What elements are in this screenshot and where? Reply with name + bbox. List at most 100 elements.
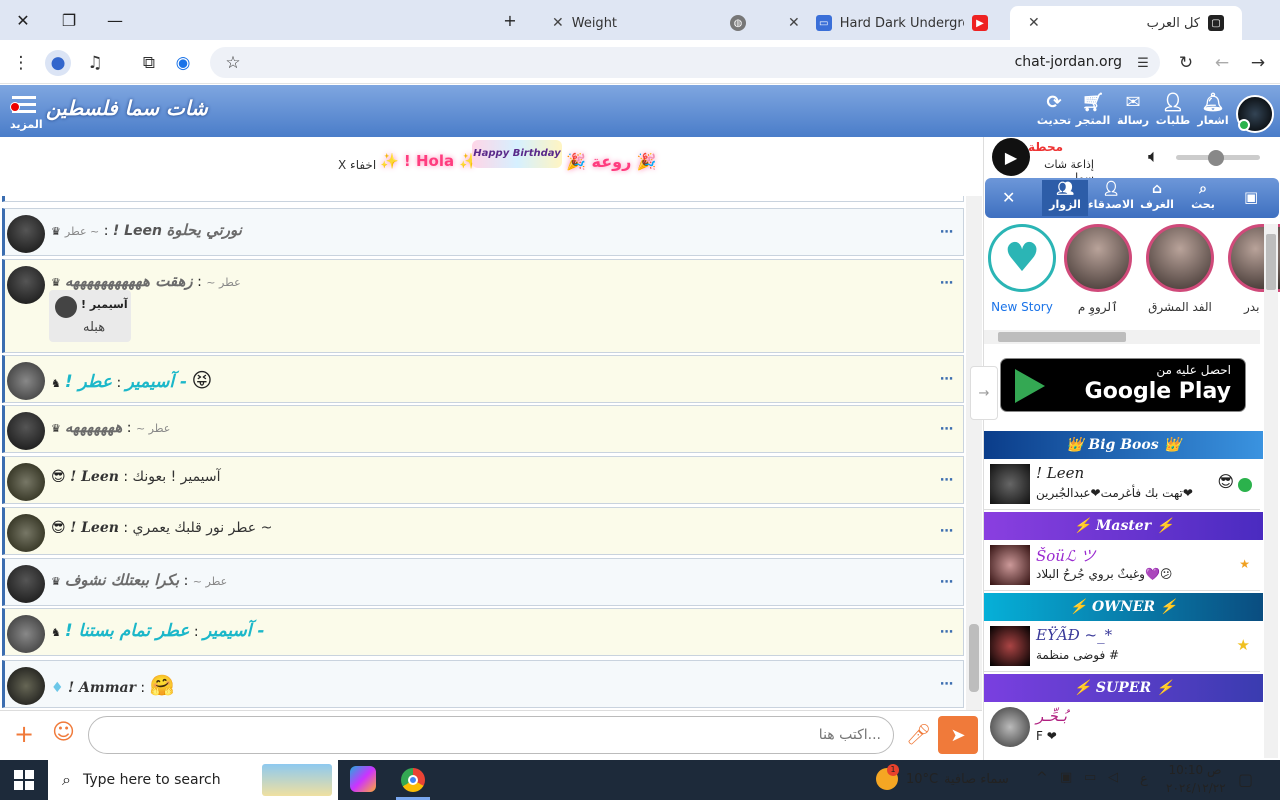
emoji-picker-icon[interactable]: ☺ [52, 720, 75, 745]
chat-message[interactable]: ♛ عطر ~ : بكرا ببعتلك نشوف ⋯ [2, 558, 964, 606]
chat-message[interactable]: ♦ ! Ammar : 🤗 ⋯ [2, 660, 964, 708]
avatar[interactable] [7, 362, 45, 400]
scrollbar-thumb[interactable] [998, 332, 1126, 342]
forward-icon[interactable]: ← [1209, 50, 1235, 76]
chat-message[interactable]: 😎 ! Leen : عطر نور قلبك يعمري ~ ⋯ [2, 507, 964, 555]
story-label[interactable]: الفد المشرق [1140, 300, 1220, 314]
user-row[interactable]: ! Leen تهت بك فأغرمت❤عبدالجُبرين❤ 😎 [984, 460, 1260, 510]
tab-close-icon[interactable]: ✕ [1028, 15, 1040, 31]
chat-message[interactable]: ♞! آسيمير : عطر - 😝 ⋯ [2, 355, 964, 403]
hide-announcement-button[interactable]: X اخفاء [338, 158, 376, 172]
tab-search[interactable]: ⌕ بحث [1180, 180, 1226, 216]
microphone-icon[interactable]: 🎤︎ [906, 722, 931, 746]
tab-chat-active[interactable]: ✕ كل العرب ▢ [1010, 6, 1242, 40]
message-options-icon[interactable]: ⋯ [940, 575, 953, 590]
camera-icon[interactable]: ▣ [1244, 188, 1258, 206]
message-options-icon[interactable]: ⋯ [940, 276, 953, 291]
stories-scrollbar[interactable] [984, 330, 1260, 344]
message-options-icon[interactable]: ⋯ [940, 225, 953, 240]
user-avatar[interactable] [990, 626, 1030, 666]
tab-rooms[interactable]: ⌂ الغرف [1134, 180, 1180, 216]
chrome-taskbar-button[interactable] [396, 760, 430, 800]
message-author[interactable]: ! Leen [70, 520, 119, 536]
send-button[interactable]: ➤ [938, 716, 978, 754]
refresh-button[interactable]: ⟳ تحديث [1034, 92, 1074, 134]
tab-close-icon[interactable]: ✕ [788, 15, 800, 31]
language-indicator[interactable]: ع [1140, 772, 1148, 787]
chat-message[interactable]: ♛ عطر ~ : ! Leen نورتي يحلوة ⋯ [2, 208, 964, 256]
close-window-icon[interactable]: ✕ [0, 0, 46, 40]
tab-youtube[interactable]: ✕ ▭ Hard Dark Underground IN ▶ [770, 6, 1006, 40]
notifications-button[interactable]: 🔔︎ اشعار [1193, 92, 1233, 134]
store-button[interactable]: 🛒︎ المتجر [1073, 92, 1113, 134]
tab-close-icon[interactable]: ✕ [552, 15, 564, 31]
chat-scrollbar[interactable] [966, 196, 982, 710]
tab-weight[interactable]: ✕ Weight ◍ [534, 6, 764, 40]
close-panel-icon[interactable]: ✕ [1002, 188, 1015, 207]
network-icon[interactable]: ▭ [1084, 770, 1096, 785]
play-radio-button[interactable]: ▶ [992, 138, 1030, 176]
extensions-icon[interactable]: ⧉ [136, 50, 162, 76]
weather-text[interactable]: سماء صافية [944, 772, 1009, 787]
chat-message[interactable]: ♛ عطر ~ : زهقت هههههههههههه ! آسيمير هبله… [2, 259, 964, 353]
clock-date[interactable]: ٢٠٢٤/١٢/٢٢ [1166, 781, 1226, 795]
avatar[interactable] [7, 667, 45, 705]
show-hidden-icons-icon[interactable]: ^ [1036, 770, 1048, 786]
bookmark-star-icon[interactable]: ☆ [220, 50, 246, 76]
cast-icon[interactable]: ◉ [170, 50, 196, 76]
weather-icon[interactable]: 1 [876, 764, 899, 790]
user-row[interactable]: ΕΫÃÐ ~_* فوضى منظمة # ★ [984, 622, 1260, 672]
minimize-window-icon[interactable]: — [92, 0, 138, 40]
message-author[interactable]: ! Leen [113, 223, 162, 239]
taskbar-search-box[interactable]: ⌕ Type here to search [48, 760, 338, 800]
expand-arrow-icon[interactable]: → [970, 366, 998, 420]
menu-dots-icon[interactable]: ⋮ [8, 50, 34, 76]
restore-window-icon[interactable]: ❐ [46, 0, 92, 40]
message-author[interactable]: ! Ammar [68, 680, 136, 696]
requests-button[interactable]: 👤︎ طلبات [1153, 92, 1193, 134]
scrollbar-thumb[interactable] [969, 624, 979, 692]
tab-friends[interactable]: 👤︎ الاصدقاء [1088, 180, 1134, 216]
site-settings-icon[interactable]: ☰ [1130, 50, 1156, 76]
user-avatar[interactable] [990, 707, 1030, 747]
volume-thumb[interactable] [1208, 150, 1224, 166]
google-play-badge[interactable]: احصل عليه من Google Play [1000, 358, 1246, 412]
user-row[interactable]: Šoüℒ ツ وغيثٌ بروي جُرحُ البلاد💜😕 ★ [984, 541, 1260, 591]
volume-icon[interactable]: 🔈︎ [1148, 146, 1159, 167]
copilot-icon[interactable] [350, 766, 376, 792]
add-icon[interactable]: + [14, 720, 34, 748]
new-story-button[interactable]: ♥ [988, 224, 1056, 292]
message-options-icon[interactable]: ⋯ [940, 677, 953, 692]
speaker-icon[interactable]: ◁ [1108, 770, 1118, 785]
message-options-icon[interactable]: ⋯ [940, 372, 953, 387]
meet-icon[interactable]: ▣ [1060, 770, 1072, 785]
new-tab-icon[interactable]: + [490, 0, 530, 40]
avatar[interactable] [7, 412, 45, 450]
profile-icon[interactable]: ● [45, 50, 71, 76]
avatar[interactable] [7, 215, 45, 253]
reload-icon[interactable]: ↻ [1173, 50, 1199, 76]
user-avatar[interactable] [990, 545, 1030, 585]
story-avatar[interactable] [1146, 224, 1214, 292]
weather-temp[interactable]: 10°C [906, 772, 938, 787]
message-options-icon[interactable]: ⋯ [940, 422, 953, 437]
story-label[interactable]: New Story [982, 300, 1062, 314]
avatar[interactable] [7, 514, 45, 552]
user-avatar[interactable] [990, 464, 1030, 504]
url-text[interactable]: chat-jordan.org [1000, 54, 1122, 70]
chat-message[interactable]: ♛ عطر ~ : هههههههه ⋯ [2, 405, 964, 453]
clock-time[interactable]: 10:10 ص [1166, 763, 1224, 777]
panel-scrollbar[interactable] [1264, 224, 1278, 758]
avatar[interactable] [7, 565, 45, 603]
message-options-icon[interactable]: ⋯ [940, 625, 953, 640]
chat-message[interactable]: ♞! آسيمير : عطر تمام بستنا - ⋯ [2, 608, 964, 656]
tab-visitors[interactable]: 👥︎ الزوار [1042, 180, 1088, 216]
chat-message[interactable]: 😎 ! Leen : آسيمير ! بعونك ⋯ [2, 456, 964, 504]
more-label[interactable]: المزيد [10, 118, 43, 131]
message-button[interactable]: ✉ رسالة [1113, 92, 1153, 134]
avatar[interactable] [7, 615, 45, 653]
windows-start-icon[interactable] [14, 770, 34, 790]
back-icon[interactable]: → [1245, 50, 1271, 76]
media-controls-icon[interactable]: ♫ [82, 50, 108, 76]
message-author[interactable]: ! Leen [70, 469, 119, 485]
